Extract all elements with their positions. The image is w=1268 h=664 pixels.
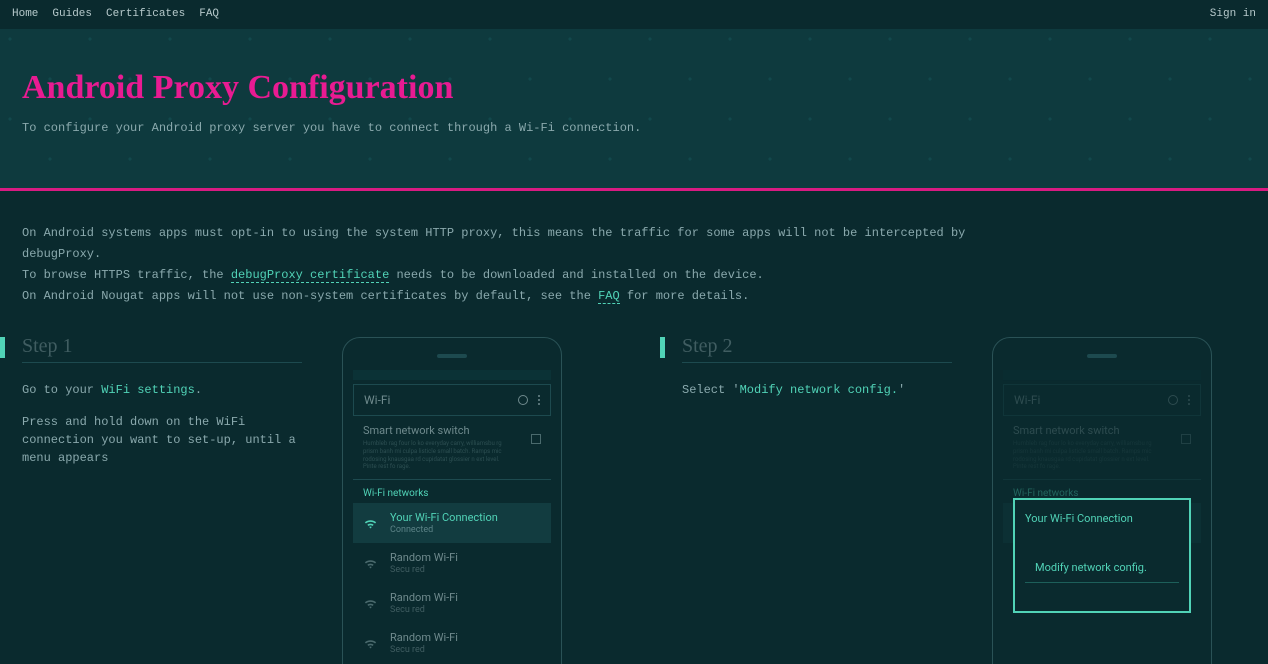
nav-certificates[interactable]: Certificates [106,8,185,20]
phone-speaker [437,354,467,358]
intro-line-1: On Android systems apps must opt-in to u… [22,223,978,265]
wifi-header: Wi-Fi [1003,384,1201,416]
faq-link[interactable]: FAQ [598,289,620,304]
context-menu-modal: Your Wi-Fi Connection Modify network con… [1013,498,1191,613]
refresh-icon [518,395,528,405]
step-2: Step 2 Select 'Modify network config.' [682,335,952,664]
smart-network-switch: Smart network switch Humbleb rag four lo… [1003,416,1201,480]
step-1-screenshot: Wi-Fi Smart network switch Humbleb rag f… [342,335,562,664]
overflow-icon [538,395,540,405]
wifi-header: Wi-Fi [353,384,551,416]
wifi-settings-text: WiFi settings [101,383,195,397]
wifi-item-active: Your Wi-Fi Connection Connected [353,503,551,543]
step-1-p2: Press and hold down on the WiFi connecti… [22,413,302,467]
modal-option-modify: Modify network config. [1025,553,1179,583]
wifi-item: Random Wi-Fi Secu red [353,543,551,583]
smart-switch-checkbox [1181,434,1191,444]
wifi-header-icons [518,395,540,405]
modify-config-text: Modify network config. [740,383,898,397]
wifi-item-text: Random Wi-Fi Secu red [390,631,458,655]
nav-guides[interactable]: Guides [52,8,92,20]
wifi-item-text: Random Wi-Fi Secu red [390,591,458,615]
wifi-networks-label: Wi-Fi networks [353,480,551,503]
step-1-title: Step 1 [22,335,302,363]
modal-title: Your Wi-Fi Connection [1015,500,1189,553]
smart-switch-checkbox [531,434,541,444]
wifi-icon [363,596,378,611]
nav-faq[interactable]: FAQ [199,8,219,20]
top-nav: Home Guides Certificates FAQ Sign in [0,0,1268,29]
intro-line-2: To browse HTTPS traffic, the debugProxy … [22,265,978,286]
page-title: Android Proxy Configuration [22,69,1246,107]
hero: Android Proxy Configuration To configure… [0,29,1268,191]
phone-frame: Wi-Fi Smart network switch Humbleb rag f… [992,337,1212,664]
wifi-item-text: Your Wi-Fi Connection Connected [390,511,498,535]
step-1: Step 1 Go to your WiFi settings. Press a… [22,335,302,664]
smart-switch-lorem: Humbleb rag four lo ko everyday carry, w… [1013,440,1153,471]
intro-line-3b: for more details. [620,289,750,303]
step-2-title: Step 2 [682,335,952,363]
nav-right: Sign in [1210,8,1256,20]
nav-left: Home Guides Certificates FAQ [12,8,219,20]
intro-text: On Android systems apps must opt-in to u… [0,191,1000,307]
wifi-item-name: Your Wi-Fi Connection [390,511,498,524]
step-2-screenshot: Wi-Fi Smart network switch Humbleb rag f… [992,335,1212,664]
smart-switch-text: Smart network switch Humbleb rag four lo… [363,424,503,471]
wifi-item-name: Random Wi-Fi [390,591,458,604]
step-2-p1a: Select ' [682,383,740,397]
modal-option-faded [1025,583,1179,599]
smart-switch-text: Smart network switch Humbleb rag four lo… [1013,424,1153,471]
phone-frame: Wi-Fi Smart network switch Humbleb rag f… [342,337,562,664]
wifi-header-title: Wi-Fi [364,393,390,407]
nav-sign-in[interactable]: Sign in [1210,8,1256,20]
smart-network-switch: Smart network switch Humbleb rag four lo… [353,416,551,480]
steps-row: Step 1 Go to your WiFi settings. Press a… [0,307,1268,664]
wifi-item-text: Random Wi-Fi Secu red [390,551,458,575]
wifi-item-sub: Secu red [390,605,458,615]
smart-switch-lorem: Humbleb rag four lo ko everyday carry, w… [363,440,503,471]
page-subtitle: To configure your Android proxy server y… [22,121,1246,135]
phone-screen: Wi-Fi Smart network switch Humbleb rag f… [353,370,551,663]
step-1-p1a: Go to your [22,383,101,397]
intro-line-3: On Android Nougat apps will not use non-… [22,286,978,307]
step-2-body: Select 'Modify network config.' [682,381,952,399]
wifi-icon [363,636,378,651]
wifi-item-sub: Secu red [390,645,458,655]
debugproxy-cert-link[interactable]: debugProxy certificate [231,268,389,283]
intro-line-2a: To browse HTTPS traffic, the [22,268,231,282]
wifi-header-icons [1168,395,1190,405]
wifi-item-name: Random Wi-Fi [390,551,458,564]
wifi-icon [363,556,378,571]
step-1-p1b: . [195,383,202,397]
intro-line-2b: needs to be downloaded and installed on … [389,268,763,282]
wifi-item-sub: Connected [390,525,498,535]
status-bar [1003,370,1201,380]
step-1-p1: Go to your WiFi settings. [22,381,302,399]
wifi-header-title: Wi-Fi [1014,393,1040,407]
nav-home[interactable]: Home [12,8,38,20]
wifi-icon [363,516,378,531]
step-2-p1: Select 'Modify network config.' [682,381,952,399]
smart-switch-label: Smart network switch [363,424,503,437]
wifi-item: Random Wi-Fi Secu red [353,623,551,663]
wifi-item: Random Wi-Fi Secu red [353,583,551,623]
smart-switch-label: Smart network switch [1013,424,1153,437]
status-bar [353,370,551,380]
intro-line-3a: On Android Nougat apps will not use non-… [22,289,598,303]
step-1-body: Go to your WiFi settings. Press and hold… [22,381,302,467]
refresh-icon [1168,395,1178,405]
overflow-icon [1188,395,1190,405]
phone-speaker [1087,354,1117,358]
step-2-p1b: ' [898,383,905,397]
wifi-item-name: Random Wi-Fi [390,631,458,644]
wifi-item-sub: Secu red [390,565,458,575]
